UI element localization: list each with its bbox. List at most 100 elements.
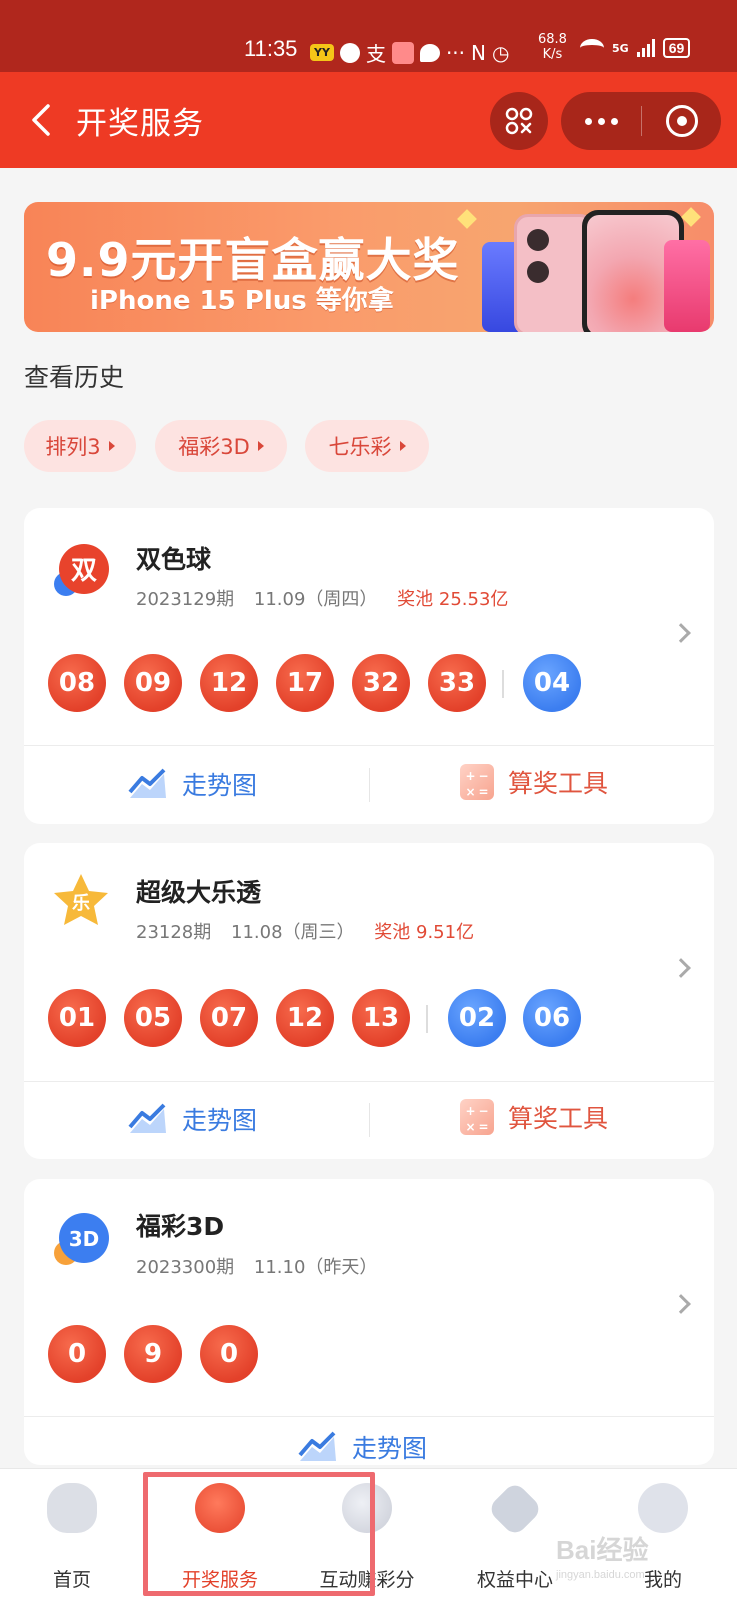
- sparkle-icon: [681, 207, 701, 227]
- music-app-icon: [339, 42, 360, 63]
- ball-separator: [426, 1005, 428, 1033]
- chevron-right-icon[interactable]: [671, 1294, 691, 1314]
- chevron-right-icon[interactable]: [671, 623, 691, 643]
- trend-chart-button[interactable]: 走势图: [298, 1429, 427, 1465]
- lottery-card: 3D 福彩3D 2023300期 11.10（昨天） 0 9 0 走势图: [24, 1179, 714, 1465]
- red-ball: 12: [200, 654, 258, 712]
- network-speed: 68.8 K/s: [538, 32, 567, 62]
- red-ball: 0: [200, 1325, 258, 1383]
- caret-right-icon: [257, 441, 264, 451]
- alipay-icon: 支: [365, 42, 386, 66]
- red-ball: 9: [124, 1325, 182, 1383]
- home-icon: [47, 1483, 97, 1533]
- ssq-logo-icon: 双: [54, 544, 109, 596]
- more-notifications-icon: ···: [445, 40, 466, 65]
- blue-ball: 02: [448, 989, 506, 1047]
- caret-right-icon: [399, 441, 406, 451]
- calculator-icon: + − × =: [460, 764, 494, 800]
- card-divider: [24, 1416, 714, 1417]
- winning-numbers: 0 9 0: [48, 1325, 288, 1383]
- history-chip[interactable]: 七乐彩: [305, 420, 429, 472]
- card-divider: [24, 1081, 714, 1082]
- fc3d-logo-icon: 3D: [54, 1213, 109, 1265]
- banner-subtitle: iPhone 15 Plus 等你拿: [90, 286, 394, 316]
- watermark: Bai经验 jingyan.baidu.com: [556, 1535, 649, 1581]
- benefits-icon: [486, 1480, 544, 1538]
- lottery-card: 双 双色球 2023129期 11.09（周四） 奖池 25.53亿 08 09…: [24, 508, 714, 824]
- red-ball: 13: [352, 989, 410, 1047]
- svg-text:乐: 乐: [72, 893, 90, 914]
- trend-chart-icon: [128, 1103, 166, 1133]
- red-ball: 07: [200, 989, 258, 1047]
- wifi-icon: [580, 39, 604, 57]
- caret-right-icon: [108, 441, 115, 451]
- card-divider: [24, 745, 714, 746]
- chat-bubble-icon: [419, 43, 440, 62]
- lottery-meta: 2023300期 11.10（昨天）: [136, 1257, 378, 1278]
- red-ball: 01: [48, 989, 106, 1047]
- trend-chart-icon: [298, 1431, 336, 1461]
- draw-service-icon: [195, 1483, 245, 1533]
- battery-icon: 69: [662, 38, 691, 58]
- alarm-icon: ◷: [491, 40, 510, 65]
- lottery-name: 超级大乐透: [136, 878, 262, 907]
- target-close-icon[interactable]: [642, 92, 721, 150]
- lottery-meta: 2023129期 11.09（周四） 奖池 25.53亿: [136, 589, 509, 610]
- red-ball: 0: [48, 1325, 106, 1383]
- red-ball: 12: [276, 989, 334, 1047]
- prize-calculator-button[interactable]: + − × = 算奖工具: [460, 764, 608, 800]
- red-ball: 09: [124, 654, 182, 712]
- trend-chart-button[interactable]: 走势图: [128, 1101, 257, 1137]
- tab-interactive-points[interactable]: 互动赚彩分: [297, 1469, 437, 1600]
- red-ball: 08: [48, 654, 106, 712]
- history-chip[interactable]: 福彩3D: [155, 420, 287, 472]
- network-type: 5G: [612, 41, 629, 55]
- blue-ball: 06: [523, 989, 581, 1047]
- red-ball: 05: [124, 989, 182, 1047]
- chevron-left-icon[interactable]: [24, 100, 64, 140]
- scan-icon: [505, 107, 533, 135]
- ball-separator: [502, 670, 504, 698]
- navbar: 开奖服务: [0, 72, 737, 168]
- red-ball: 33: [428, 654, 486, 712]
- calculator-icon: + − × =: [460, 1099, 494, 1135]
- red-ball: 17: [276, 654, 334, 712]
- status-system-icons: 5G 69: [580, 38, 691, 58]
- winning-numbers: 01 05 07 12 13 02 06: [48, 989, 628, 1047]
- chevron-right-icon[interactable]: [671, 958, 691, 978]
- lottery-name: 福彩3D: [136, 1212, 225, 1241]
- blue-ball: 04: [523, 654, 581, 712]
- tab-draw-service[interactable]: 开奖服务: [150, 1469, 290, 1600]
- action-divider: [369, 1103, 370, 1137]
- nfc-icon: N: [471, 40, 486, 65]
- interactive-points-icon: [342, 1483, 392, 1533]
- miniapp-capsule: [561, 92, 721, 150]
- lottery-card: 乐 超级大乐透 23128期 11.08（周三） 奖池 9.51亿 01 05 …: [24, 843, 714, 1159]
- promo-banner[interactable]: 9.9元开盲盒赢大奖 iPhone 15 Plus 等你拿: [24, 202, 714, 332]
- history-chip[interactable]: 排列3: [24, 420, 136, 472]
- promo-card-right: [664, 240, 710, 332]
- status-time: 11:35: [244, 36, 298, 61]
- trend-chart-button[interactable]: 走势图: [128, 766, 257, 802]
- dlt-logo-icon: 乐: [54, 874, 108, 925]
- more-dots-icon[interactable]: [561, 92, 641, 150]
- prize-calculator-button[interactable]: + − × = 算奖工具: [460, 1099, 608, 1135]
- svg-text:双: 双: [71, 556, 97, 586]
- status-bar: 11:35 YY 支 ··· N ◷ 68.8 K/s 5G 69: [0, 0, 737, 72]
- svg-text:3D: 3D: [69, 1227, 100, 1251]
- lottery-meta: 23128期 11.08（周三） 奖池 9.51亿: [136, 922, 475, 943]
- tab-home[interactable]: 首页: [2, 1469, 142, 1600]
- profile-icon: [638, 1483, 688, 1533]
- winning-numbers: 08 09 12 17 32 33 04: [48, 654, 628, 712]
- status-notification-icons: YY 支 ··· N ◷: [310, 38, 509, 67]
- lottery-name: 双色球: [136, 545, 212, 574]
- page-title: 开奖服务: [76, 106, 204, 142]
- signal-icon: [636, 39, 655, 57]
- history-title: 查看历史: [24, 363, 125, 392]
- scan-button[interactable]: [490, 92, 548, 150]
- yy-app-icon: YY: [310, 44, 334, 61]
- action-divider: [369, 768, 370, 802]
- trend-chart-icon: [128, 768, 166, 798]
- red-ball: 32: [352, 654, 410, 712]
- mail-app-icon: [391, 41, 414, 64]
